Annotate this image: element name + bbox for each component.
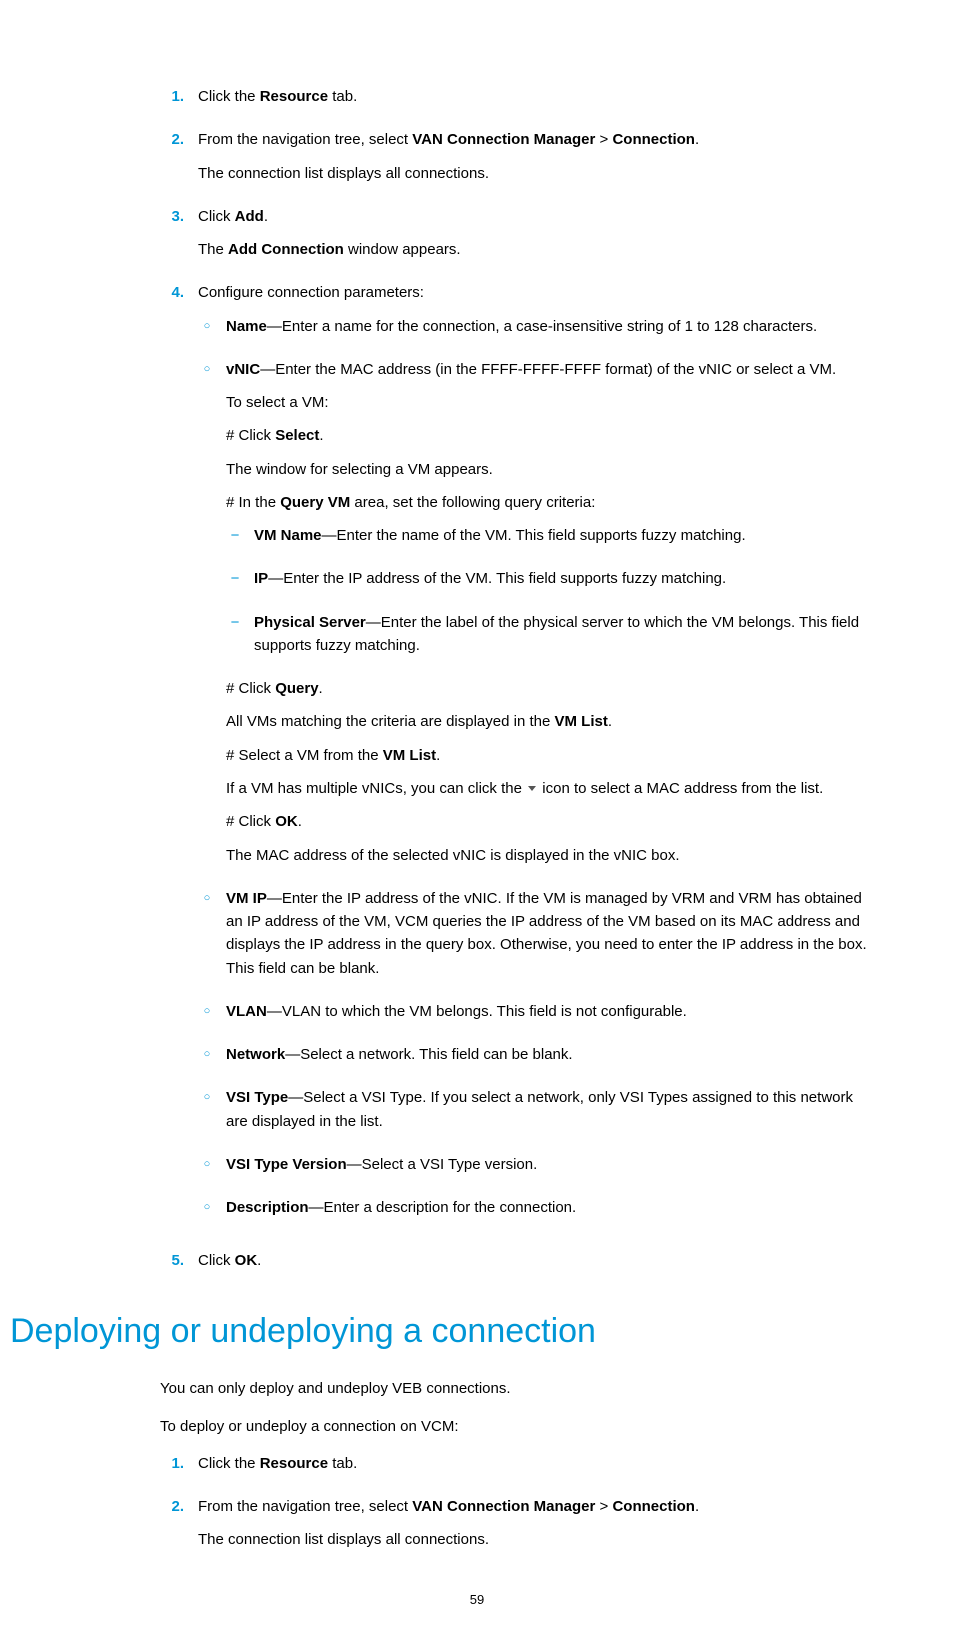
- page-number: 59: [85, 1590, 869, 1610]
- step: 2. From the navigation tree, select VAN C…: [160, 128, 869, 195]
- step: 1. Click the Resource tab.: [160, 85, 869, 118]
- procedure-list-1: 1. Click the Resource tab. 2. From the navi…: [160, 85, 869, 1283]
- sub-item: ○ Network—Select a network. This field ca…: [198, 1043, 869, 1076]
- text-line: VM IP—Enter the IP address of the vNIC. …: [226, 887, 869, 980]
- bullet-circle: ○: [198, 1043, 216, 1076]
- sub-item: ○ Name—Enter a name for the connection, a…: [198, 315, 869, 348]
- text-line: If a VM has multiple vNICs, you can clic…: [226, 777, 869, 801]
- step-body: From the navigation tree, select VAN Con…: [198, 1495, 869, 1562]
- text-line: Physical Server—Enter the label of the p…: [254, 611, 869, 658]
- step: 3. Click Add. The Add Connection window ap…: [160, 205, 869, 272]
- step-number: 1.: [160, 1452, 184, 1485]
- sub-item: ○ VSI Type Version—Select a VSI Type vers…: [198, 1153, 869, 1186]
- heading-deploy-undeploy: Deploying or undeploying a connection: [10, 1305, 869, 1358]
- sub-body: VSI Type Version—Select a VSI Type versi…: [226, 1153, 869, 1186]
- text-line: IP—Enter the IP address of the VM. This …: [254, 567, 869, 590]
- text-line: The window for selecting a VM appears.: [226, 458, 869, 481]
- dropdown-icon: [526, 777, 538, 800]
- step: 1. Click the Resource tab.: [160, 1452, 869, 1485]
- sub-body: VLAN—VLAN to which the VM belongs. This …: [226, 1000, 869, 1033]
- dash-body: VM Name—Enter the name of the VM. This f…: [254, 524, 869, 557]
- sub-item: ○ vNIC—Enter the MAC address (in the FFFF…: [198, 358, 869, 877]
- text-line: From the navigation tree, select VAN Con…: [198, 128, 869, 151]
- text-line: The MAC address of the selected vNIC is …: [226, 844, 869, 867]
- dash-item: −IP—Enter the IP address of the VM. This…: [226, 567, 869, 600]
- section2-intro: You can only deploy and undeploy VEB con…: [160, 1377, 869, 1438]
- text-line: VSI Type—Select a VSI Type. If you selec…: [226, 1086, 869, 1133]
- step: 5. Click OK.: [160, 1249, 869, 1282]
- text-line: Click Add.: [198, 205, 869, 228]
- intro-line: To deploy or undeploy a connection on VC…: [160, 1415, 869, 1438]
- text-line: Description—Enter a description for the …: [226, 1196, 869, 1219]
- step-body: Click the Resource tab.: [198, 85, 869, 118]
- bullet-dash: −: [226, 524, 244, 557]
- dash-body: Physical Server—Enter the label of the p…: [254, 611, 869, 668]
- bullet-dash: −: [226, 611, 244, 668]
- sub-body: VM IP—Enter the IP address of the vNIC. …: [226, 887, 869, 990]
- bullet-circle: ○: [198, 358, 216, 877]
- step: 4. Configure connection parameters: ○ Name—…: [160, 281, 869, 1239]
- sub-body: Name—Enter a name for the connection, a …: [226, 315, 869, 348]
- text-line: All VMs matching the criteria are displa…: [226, 710, 869, 733]
- dash-body: IP—Enter the IP address of the VM. This …: [254, 567, 869, 600]
- step-number: 4.: [160, 281, 184, 1239]
- text-line: # Click OK.: [226, 810, 869, 833]
- step-body: Click Add. The Add Connection window appe…: [198, 205, 869, 272]
- step-number: 2.: [160, 128, 184, 195]
- step-number: 2.: [160, 1495, 184, 1562]
- step-body: Click the Resource tab.: [198, 1452, 869, 1485]
- step: 2. From the navigation tree, select VAN C…: [160, 1495, 869, 1562]
- dash-item: −VM Name—Enter the name of the VM. This …: [226, 524, 869, 557]
- text-line: VLAN—VLAN to which the VM belongs. This …: [226, 1000, 869, 1023]
- step-body: Click OK.: [198, 1249, 869, 1282]
- text-line: The connection list displays all connect…: [198, 162, 869, 185]
- step-body: Configure connection parameters: ○ Name—En…: [198, 281, 869, 1239]
- text-line: Click OK.: [198, 1249, 869, 1272]
- sub-item: ○ VLAN—VLAN to which the VM belongs. This…: [198, 1000, 869, 1033]
- sub-item: ○VM IP—Enter the IP address of the vNIC.…: [198, 887, 869, 990]
- bullet-circle: ○: [198, 315, 216, 348]
- text-line: vNIC—Enter the MAC address (in the FFFF-…: [226, 358, 869, 381]
- text-line: # Click Select.: [226, 424, 869, 447]
- text-line: Click the Resource tab.: [198, 85, 869, 108]
- bullet-circle: ○: [198, 887, 216, 990]
- step-number: 3.: [160, 205, 184, 272]
- procedure-list-2: 1. Click the Resource tab. 2. From the navi…: [160, 1452, 869, 1562]
- step-number: 5.: [160, 1249, 184, 1282]
- text-line: Name—Enter a name for the connection, a …: [226, 315, 869, 338]
- text-line: # Click Query.: [226, 677, 869, 700]
- text-line: From the navigation tree, select VAN Con…: [198, 1495, 869, 1518]
- sub-item: ○ Description—Enter a description for the…: [198, 1196, 869, 1229]
- text-line: Configure connection parameters:: [198, 281, 869, 304]
- bullet-circle: ○: [198, 1196, 216, 1229]
- bullet-dash: −: [226, 567, 244, 600]
- text-line: The Add Connection window appears.: [198, 238, 869, 261]
- text-line: To select a VM:: [226, 391, 869, 414]
- bullet-circle: ○: [198, 1000, 216, 1033]
- bullet-circle: ○: [198, 1086, 216, 1143]
- sub-item: ○VSI Type—Select a VSI Type. If you sele…: [198, 1086, 869, 1143]
- text-line: # In the Query VM area, set the followin…: [226, 491, 869, 514]
- text-line: Click the Resource tab.: [198, 1452, 869, 1475]
- step-number: 1.: [160, 85, 184, 118]
- bullet-circle: ○: [198, 1153, 216, 1186]
- sub-body: VSI Type—Select a VSI Type. If you selec…: [226, 1086, 869, 1143]
- text-line: Network—Select a network. This field can…: [226, 1043, 869, 1066]
- step-body: From the navigation tree, select VAN Con…: [198, 128, 869, 195]
- sub-body: vNIC—Enter the MAC address (in the FFFF-…: [226, 358, 869, 877]
- sub-body: Network—Select a network. This field can…: [226, 1043, 869, 1076]
- sub-body: Description—Enter a description for the …: [226, 1196, 869, 1229]
- text-line: VM Name—Enter the name of the VM. This f…: [254, 524, 869, 547]
- intro-line: You can only deploy and undeploy VEB con…: [160, 1377, 869, 1400]
- dash-item: −Physical Server—Enter the label of the …: [226, 611, 869, 668]
- text-line: VSI Type Version—Select a VSI Type versi…: [226, 1153, 869, 1176]
- text-line: # Select a VM from the VM List.: [226, 744, 869, 767]
- text-line: The connection list displays all connect…: [198, 1528, 869, 1551]
